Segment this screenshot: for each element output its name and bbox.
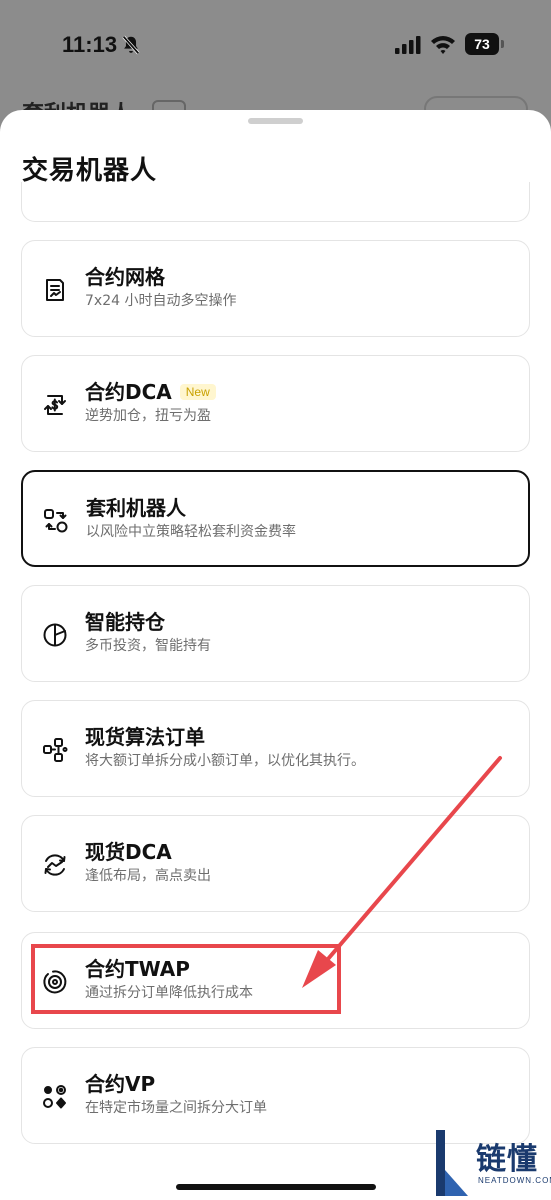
bot-card-arbitrage[interactable]: 套利机器人 以风险中立策略轻松套利资金费率 xyxy=(21,470,530,567)
cycle-trend-icon xyxy=(44,854,66,876)
bot-title: 套利机器人 xyxy=(86,496,186,520)
dollar-exchange-icon xyxy=(44,395,66,415)
bot-subtitle: 逢低布局，高点卖出 xyxy=(85,868,211,884)
watermark-subtext: NEATDOWN.COM xyxy=(478,1176,551,1185)
status-time: 11:13 xyxy=(62,32,118,57)
bot-subtitle: 将大额订单拆分成小额订单，以优化其执行。 xyxy=(85,753,365,769)
bot-card-smart-portfolio[interactable]: 智能持仓 多币投资，智能持有 xyxy=(21,585,530,682)
wifi-icon xyxy=(431,36,455,54)
new-badge: New xyxy=(179,384,216,400)
bell-muted-icon xyxy=(122,35,140,55)
annotation-highlight-box xyxy=(31,944,341,1014)
pie-chart-icon xyxy=(43,623,67,647)
sheet-grabber[interactable] xyxy=(248,118,303,124)
bot-title: 合约网格 xyxy=(85,265,165,289)
bot-title: 现货算法订单 xyxy=(85,725,205,749)
document-chart-icon xyxy=(46,279,64,301)
trading-bots-sheet: 交易机器人 合约网格 7x24 小时自动多空操作 合约DCA New 逆势加仓，… xyxy=(0,110,551,1200)
watermark-l-logo-icon xyxy=(436,1130,468,1196)
bot-subtitle: 7x24 小时自动多空操作 xyxy=(85,293,237,309)
bot-card-futures-grid[interactable]: 合约网格 7x24 小时自动多空操作 xyxy=(21,240,530,337)
bot-subtitle: 逆势加仓，扭亏为盈 xyxy=(85,408,211,424)
nodes-split-icon xyxy=(43,738,68,762)
bot-card-partial[interactable] xyxy=(21,182,530,222)
watermark-text: 链懂 xyxy=(476,1142,538,1177)
home-indicator xyxy=(176,1184,376,1190)
watermark-logo: 链懂 NEATDOWN.COM xyxy=(436,1130,551,1200)
arbitrage-arrows-icon xyxy=(44,509,68,533)
battery-indicator: 73 xyxy=(465,33,505,55)
bot-title: 智能持仓 xyxy=(85,610,165,634)
bot-title: 合约DCA New xyxy=(85,376,216,405)
bot-card-futures-dca[interactable]: 合约DCA New 逆势加仓，扭亏为盈 xyxy=(21,355,530,452)
bot-title: 现货DCA xyxy=(85,840,172,864)
dots-grid-icon xyxy=(43,1085,66,1109)
battery-cap xyxy=(501,40,504,48)
bot-card-spot-dca[interactable]: 现货DCA 逢低布局，高点卖出 xyxy=(21,815,530,912)
bot-subtitle: 在特定市场量之间拆分大订单 xyxy=(85,1100,267,1116)
bot-title: 合约VP xyxy=(85,1072,156,1096)
bot-subtitle: 多币投资，智能持有 xyxy=(85,638,211,654)
status-bar: 11:13 73 xyxy=(0,0,551,90)
bot-subtitle: 以风险中立策略轻松套利资金费率 xyxy=(86,524,296,540)
bot-card-spot-algo-orders[interactable]: 现货算法订单 将大额订单拆分成小额订单，以优化其执行。 xyxy=(21,700,530,797)
signal-icon xyxy=(395,36,421,54)
bot-title-text: 合约DCA xyxy=(85,380,172,404)
battery-level: 73 xyxy=(465,33,499,55)
